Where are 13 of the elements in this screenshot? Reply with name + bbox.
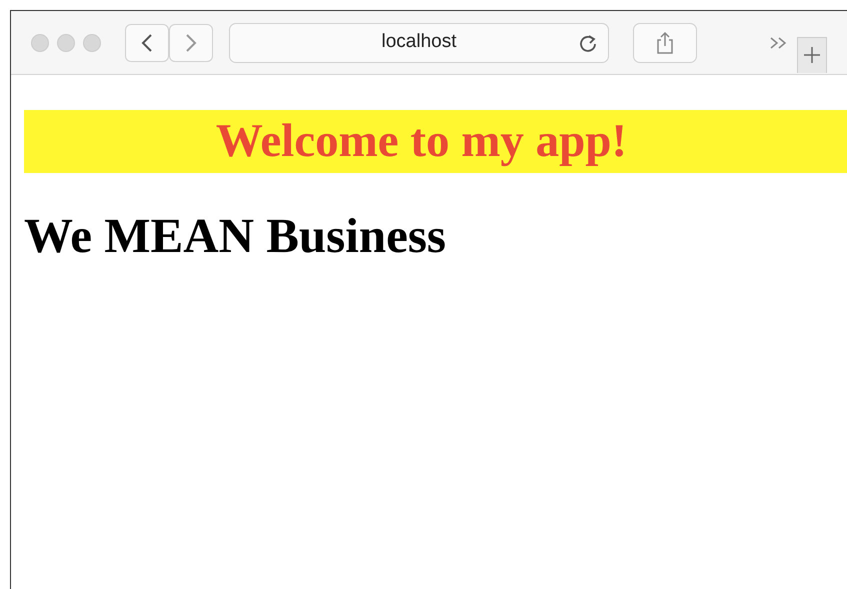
forward-icon [185,32,197,52]
address-text: localhost [382,30,456,54]
address-bar[interactable]: localhost [229,22,609,62]
welcome-banner: Welcome to my app! [24,110,847,173]
overflow-chevron-icon[interactable] [769,36,789,50]
new-tab-button[interactable] [797,36,827,72]
share-button[interactable] [633,22,697,62]
back-button[interactable] [125,24,169,62]
reload-icon[interactable] [578,32,598,52]
page-heading: We MEAN Business [24,211,448,260]
share-icon [655,30,675,54]
plus-icon [803,46,821,64]
back-icon [141,32,153,52]
